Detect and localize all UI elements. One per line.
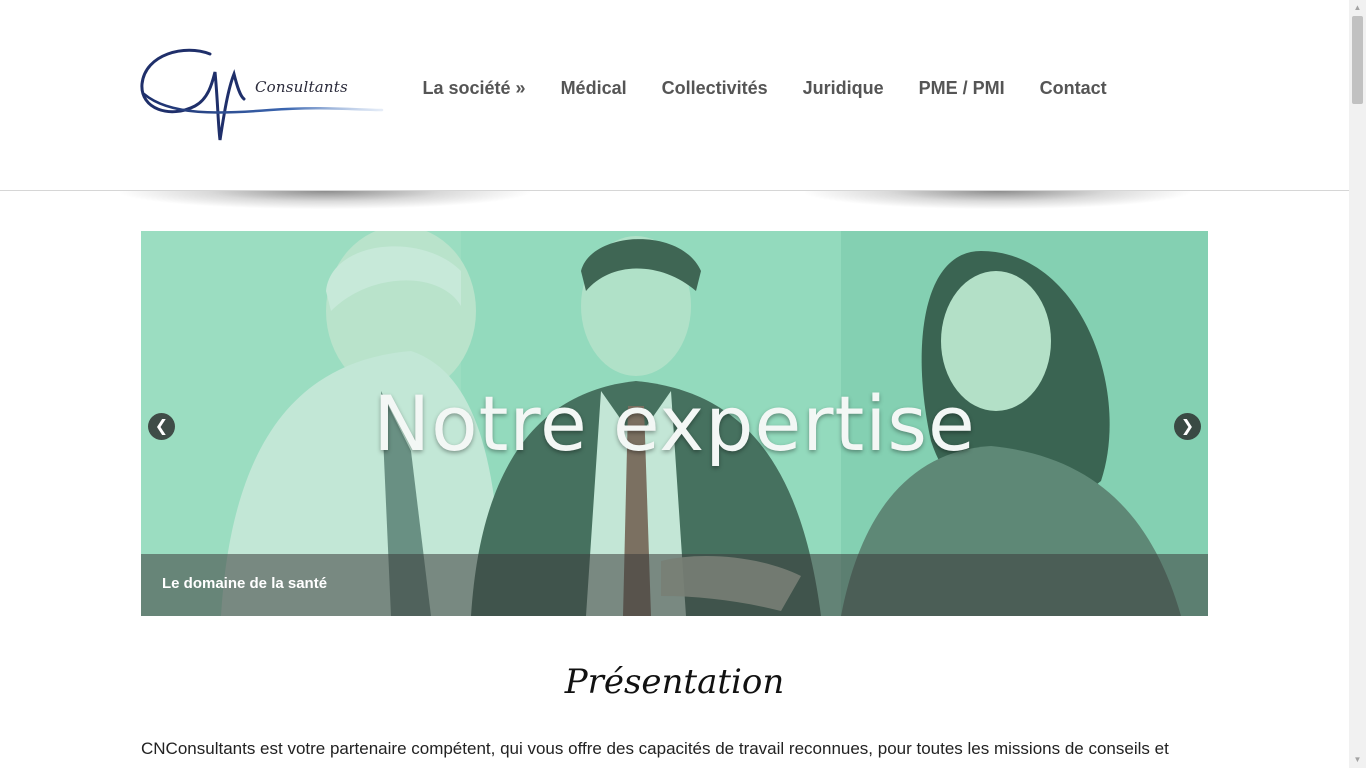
slide-caption-bar: Le domaine de la santé [141, 554, 1208, 616]
hero-slider[interactable]: Notre expertise ❮ ❯ Le domaine de la san… [141, 231, 1208, 616]
page: Consultants La société » Médical Collect… [0, 0, 1366, 768]
main-nav: La société » Médical Collectivités Jurid… [405, 76, 1124, 101]
logo-text: Consultants [255, 78, 348, 96]
header-shadow-left [120, 191, 530, 209]
slide-title: Notre expertise [373, 379, 976, 468]
scroll-up-icon[interactable]: ▲ [1349, 0, 1366, 16]
page-scrollbar[interactable]: ▲ ▼ [1349, 0, 1366, 768]
nav-item-collectivites[interactable]: Collectivités [644, 76, 785, 101]
slide-caption: Le domaine de la santé [162, 575, 328, 592]
scroll-thumb[interactable] [1352, 16, 1363, 104]
header-shadow-right [805, 191, 1190, 209]
site-header: Consultants La société » Médical Collect… [0, 0, 1349, 191]
section-title: Présentation [564, 662, 785, 702]
nav-item-contact[interactable]: Contact [1022, 76, 1124, 101]
arrow-left-icon[interactable]: ❮ [148, 413, 175, 440]
nav-item-medical[interactable]: Médical [543, 76, 644, 101]
nav-item-pme-pmi[interactable]: PME / PMI [901, 76, 1022, 101]
site-logo[interactable]: Consultants [140, 44, 390, 144]
nav-item-juridique[interactable]: Juridique [785, 76, 901, 101]
arrow-right-icon[interactable]: ❯ [1174, 413, 1201, 440]
scroll-down-icon[interactable]: ▼ [1349, 752, 1366, 768]
intro-paragraph: CNConsultants est votre partenaire compé… [141, 739, 1169, 758]
nav-item-la-societe[interactable]: La société » [405, 76, 543, 101]
